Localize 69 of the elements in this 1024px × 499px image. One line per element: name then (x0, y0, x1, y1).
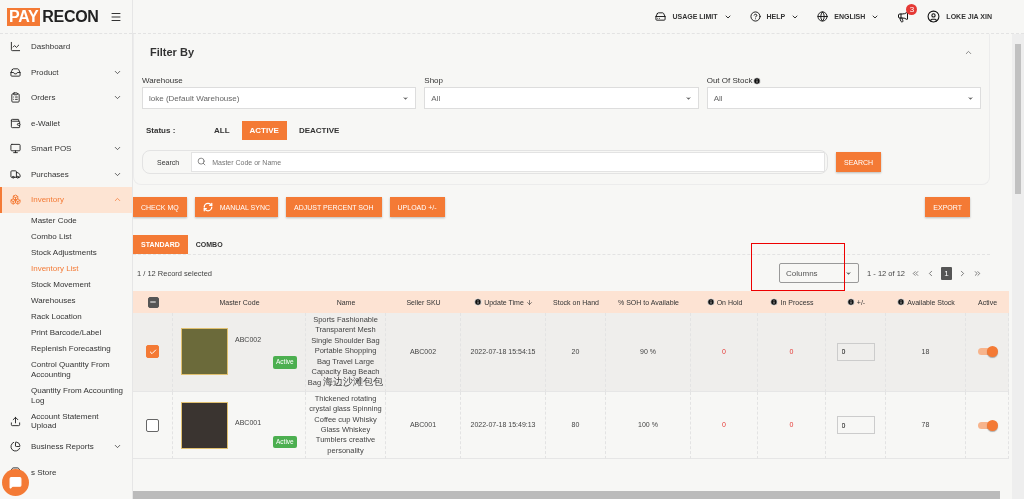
caret-icon (845, 269, 853, 277)
sidebar-subitem[interactable]: Combo List (0, 228, 132, 245)
drive-icon (655, 11, 667, 22)
globe-icon (817, 11, 829, 22)
field-label: Out Of Stock (706, 76, 981, 85)
active-toggle[interactable] (978, 421, 996, 429)
status-option[interactable]: DEACTIVE (290, 121, 348, 140)
sidebar-subitem[interactable]: Control Quantity From Accounting (0, 356, 132, 383)
row-checkbox[interactable] (146, 345, 159, 359)
pie-chart-icon (10, 441, 21, 453)
megaphone-icon[interactable] (897, 10, 910, 23)
last-page-button[interactable] (973, 268, 982, 278)
tray-icon (10, 66, 21, 78)
sidebar-subitem[interactable]: Print Barcode/Label (0, 324, 132, 341)
vertical-scrollbar[interactable] (1012, 34, 1024, 499)
status-option[interactable]: ALL (206, 121, 238, 140)
sidebar-item[interactable]: Business Reports (0, 434, 132, 460)
field-label: Shop (424, 76, 444, 85)
sidebar-subitem[interactable]: Stock Movement (0, 276, 132, 293)
first-page-button[interactable] (911, 268, 920, 278)
caret-icon (967, 94, 974, 102)
sidebar-subitem[interactable]: Stock Adjustments (0, 244, 132, 261)
filter-title: Filter By (150, 46, 194, 58)
next-page-button[interactable] (958, 268, 967, 278)
sidebar-item[interactable]: Purchases (0, 161, 132, 187)
clipboard-icon (10, 92, 21, 104)
previous-page-button[interactable] (926, 268, 935, 278)
upload-icon (10, 415, 21, 427)
sync-icon (202, 202, 213, 212)
sidebar-item[interactable]: Orders (0, 85, 132, 111)
sidebar-subitem[interactable]: Quantity From Accounting Log (0, 382, 132, 409)
monitor-icon (10, 143, 21, 155)
select-field[interactable]: All (706, 87, 981, 109)
sidebar-item[interactable]: Dashboard (0, 34, 132, 60)
sidebar-item[interactable]: Product (0, 59, 132, 85)
sidebar-subitem[interactable]: Replenish Forecasting (0, 340, 132, 357)
user-icon (927, 10, 941, 23)
field-label: Warehouse (142, 76, 184, 85)
page-number[interactable]: 1 (941, 266, 952, 280)
caret-icon (684, 94, 692, 102)
menu-icon[interactable] (110, 10, 122, 23)
photo-placeholder (181, 401, 228, 449)
help-icon (749, 11, 761, 22)
status-label: Status : (146, 126, 177, 135)
check-icon (148, 347, 157, 356)
minus-icon (149, 298, 157, 306)
active-toggle[interactable] (978, 348, 996, 356)
chart-icon (10, 41, 21, 53)
sidebar-item[interactable]: e-Wallet (0, 110, 132, 136)
sidebar-subitem[interactable]: Warehouses (0, 292, 132, 309)
columns-select[interactable]: Columns (779, 263, 860, 283)
sidebar-item[interactable]: Account Statement Upload (0, 408, 132, 434)
boxes-icon (10, 194, 21, 206)
caret-icon (402, 94, 410, 102)
sidebar-subitem[interactable]: Master Code (0, 212, 132, 229)
photo-placeholder (181, 328, 228, 376)
truck-icon (10, 168, 21, 180)
horizontal-scrollbar[interactable] (133, 491, 1000, 499)
chat-icon (9, 476, 22, 489)
select-field[interactable]: loke (Default Warehouse) (142, 87, 417, 109)
select-field[interactable]: All (424, 87, 699, 109)
search-icon (197, 157, 207, 166)
sidebar-item[interactable]: Smart POS (0, 136, 132, 162)
sidebar-subitem[interactable]: Rack Location (0, 308, 132, 325)
select-all-checkbox[interactable] (147, 296, 159, 308)
wallet-icon (10, 117, 21, 129)
payrecon-logo: PAY RECON (7, 7, 99, 26)
row-checkbox[interactable] (146, 418, 159, 432)
notification-badge: 3 (906, 3, 918, 15)
